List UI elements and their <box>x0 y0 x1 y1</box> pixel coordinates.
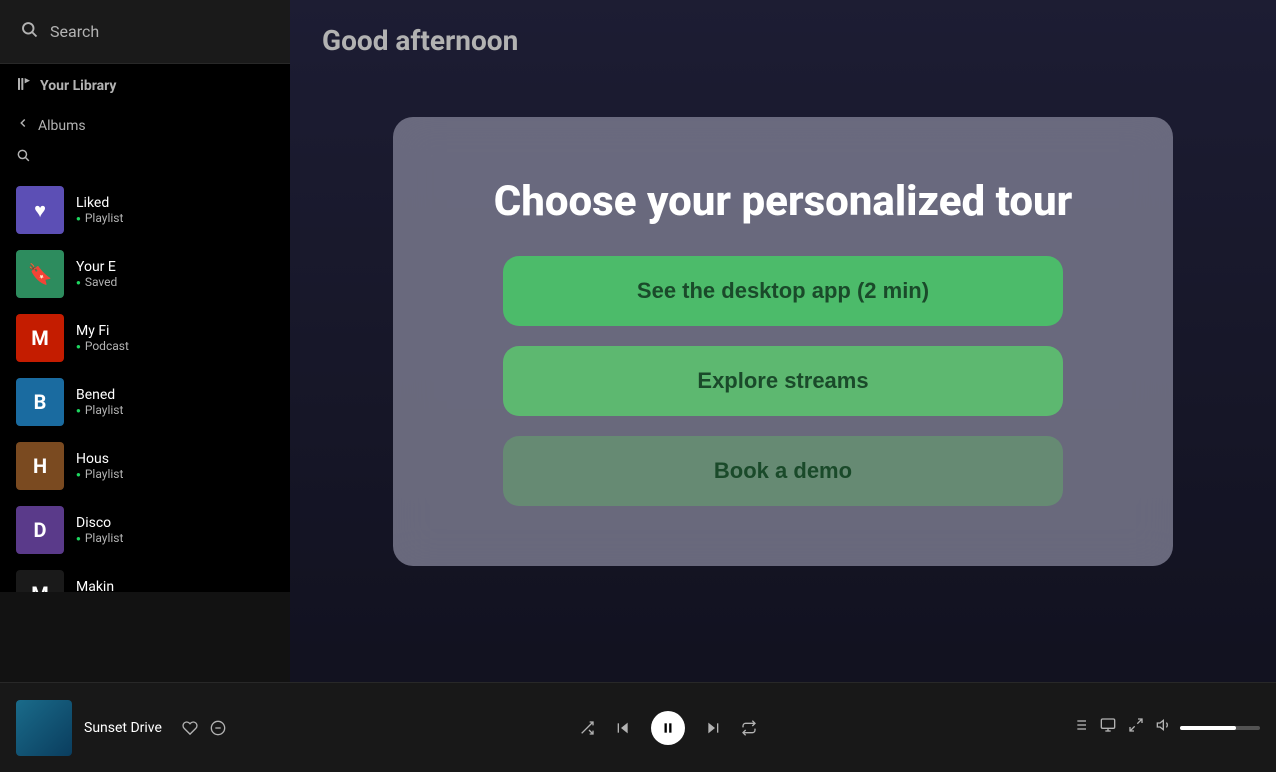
item-art: ♥ <box>16 186 64 234</box>
item-dot: ● <box>76 278 81 287</box>
book-demo-button[interactable]: Book a demo <box>503 436 1063 506</box>
library-label: Your Library <box>40 78 116 94</box>
item-art: M <box>16 570 64 592</box>
sidebar: Search Your Library <box>0 0 290 592</box>
volume-icon[interactable] <box>1156 717 1172 738</box>
item-info: Your E ●Saved <box>76 259 117 289</box>
library-item[interactable]: 🔖 Your E ●Saved <box>0 242 290 306</box>
volume-fill <box>1180 726 1236 730</box>
item-name: Hous <box>76 451 123 467</box>
item-info: Disco ●Playlist <box>76 515 123 545</box>
library-item[interactable]: B Bened ●Playlist <box>0 370 290 434</box>
library-section: Your Library Albums <box>0 64 290 592</box>
item-dot: ● <box>76 342 81 351</box>
item-art: M <box>16 314 64 362</box>
library-header: Your Library <box>0 64 290 108</box>
item-info: Liked ●Playlist <box>76 195 123 225</box>
heart-button[interactable] <box>182 720 198 736</box>
item-name: Your E <box>76 259 117 275</box>
player-bar: Sunset Drive <box>0 682 1276 772</box>
item-name: Liked <box>76 195 123 211</box>
library-items-list: ♥ Liked ●Playlist 🔖 Your E ●Saved M <box>0 174 290 592</box>
item-dot: ● <box>76 214 81 223</box>
fullscreen-button[interactable] <box>1128 717 1144 738</box>
item-name: My Fi <box>76 323 129 339</box>
play-pause-button[interactable] <box>651 711 685 745</box>
search-label: Search <box>50 22 99 41</box>
item-sub: ●Playlist <box>76 531 123 545</box>
item-sub: ●Playlist <box>76 403 123 417</box>
library-search[interactable] <box>0 143 290 174</box>
item-art: D <box>16 506 64 554</box>
item-info: My Fi ●Podcast <box>76 323 129 353</box>
item-sub: ●Playlist <box>76 467 123 481</box>
tour-modal: Choose your personalized tour See the de… <box>393 117 1173 566</box>
modal-title: Choose your personalized tour <box>494 177 1073 226</box>
item-art: B <box>16 378 64 426</box>
main-content: Good afternoon Choose your personalized … <box>290 0 1276 682</box>
modal-overlay: Choose your personalized tour See the de… <box>290 0 1276 682</box>
devices-button[interactable] <box>1100 717 1116 738</box>
library-item[interactable]: M Makin ●Podcast <box>0 562 290 592</box>
item-sub: ●Playlist <box>76 211 123 225</box>
search-icon <box>20 20 38 43</box>
shuffle-button[interactable] <box>579 720 595 736</box>
player-extras <box>1040 717 1260 738</box>
item-info: Hous ●Playlist <box>76 451 123 481</box>
library-back-row: Albums <box>0 108 290 143</box>
volume-control[interactable] <box>1156 717 1260 738</box>
queue-button[interactable] <box>1072 717 1088 738</box>
volume-track[interactable] <box>1180 726 1260 730</box>
albums-label: Albums <box>38 118 86 134</box>
next-button[interactable] <box>705 720 721 736</box>
player-track-name: Sunset Drive <box>84 720 162 736</box>
library-item[interactable]: D Disco ●Playlist <box>0 498 290 562</box>
search-bar[interactable]: Search <box>0 0 290 64</box>
item-sub: ●Saved <box>76 275 117 289</box>
player-track-info: Sunset Drive <box>84 720 162 736</box>
library-search-icon <box>16 150 30 166</box>
prev-button[interactable] <box>615 720 631 736</box>
library-item[interactable]: H Hous ●Playlist <box>0 434 290 498</box>
item-dot: ● <box>76 406 81 415</box>
player-controls <box>312 711 1024 745</box>
item-name: Makin <box>76 579 129 592</box>
item-info: Bened ●Playlist <box>76 387 123 417</box>
player-album-art <box>16 700 72 756</box>
main-area: Search Your Library <box>0 0 1276 682</box>
item-name: Bened <box>76 387 123 403</box>
app-layout: Search Your Library <box>0 0 1276 772</box>
library-item[interactable]: M My Fi ●Podcast <box>0 306 290 370</box>
player-track-section: Sunset Drive <box>16 700 296 756</box>
remove-button[interactable] <box>210 720 226 736</box>
item-art: H <box>16 442 64 490</box>
explore-streams-button[interactable]: Explore streams <box>503 346 1063 416</box>
desktop-app-button[interactable]: See the desktop app (2 min) <box>503 256 1063 326</box>
library-back-button[interactable] <box>16 116 30 135</box>
item-art: 🔖 <box>16 250 64 298</box>
item-info: Makin ●Podcast <box>76 579 129 592</box>
item-dot: ● <box>76 534 81 543</box>
item-name: Disco <box>76 515 123 531</box>
repeat-button[interactable] <box>741 720 757 736</box>
item-dot: ● <box>76 470 81 479</box>
player-track-icons <box>182 720 226 736</box>
item-sub: ●Podcast <box>76 339 129 353</box>
player-buttons <box>579 711 757 745</box>
library-item[interactable]: ♥ Liked ●Playlist <box>0 178 290 242</box>
library-icon <box>16 76 32 96</box>
